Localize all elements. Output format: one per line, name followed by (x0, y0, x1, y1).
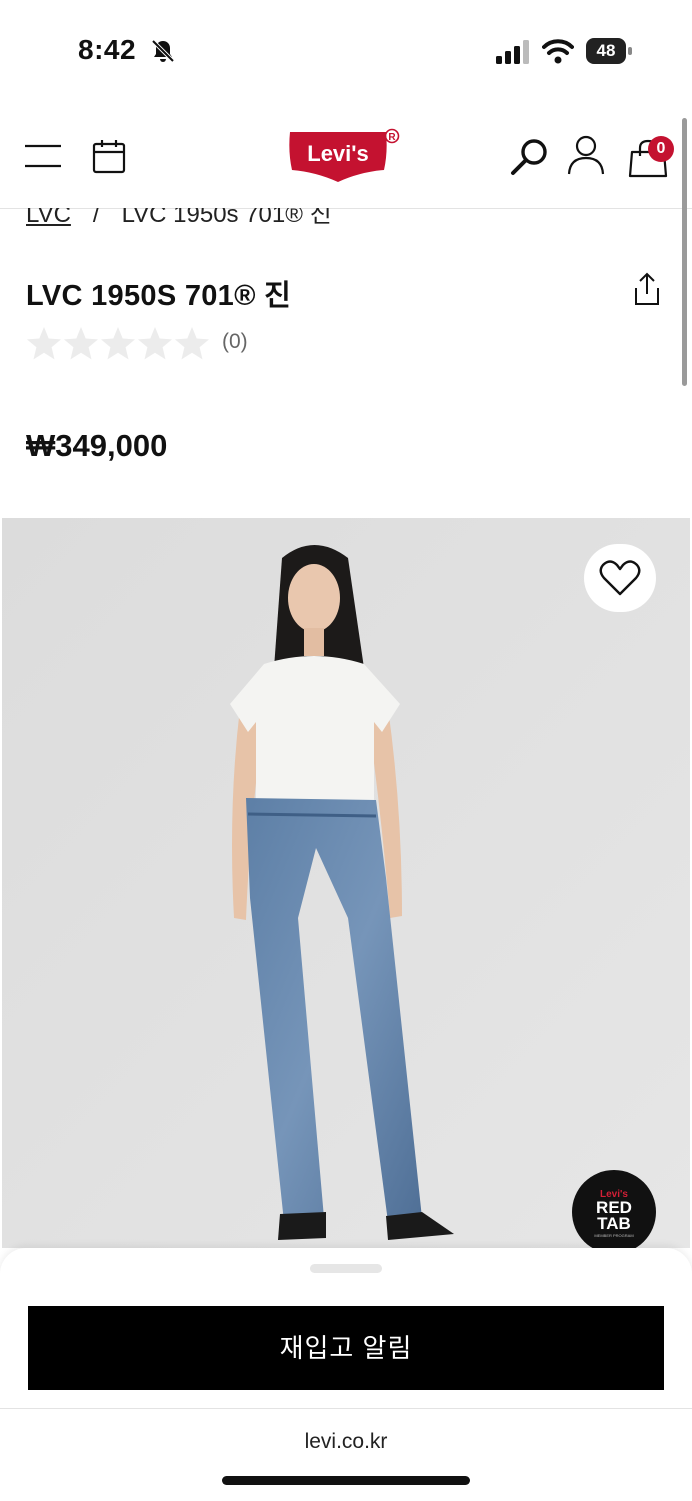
calendar-icon[interactable] (92, 138, 126, 174)
red-tab-badge[interactable]: Levi's RED TAB MEMBER PROGRAM (572, 1170, 656, 1254)
star-icon (101, 327, 135, 360)
cart-count-badge: 0 (648, 136, 674, 162)
review-count[interactable]: (0) (222, 330, 248, 354)
svg-text:R: R (388, 132, 396, 143)
status-time: 8:42 (78, 34, 137, 65)
heart-icon (599, 560, 641, 596)
product-price: ₩349,000 (26, 428, 168, 463)
battery-cap (628, 47, 632, 55)
home-indicator[interactable] (222, 1476, 470, 1485)
browser-url-bar[interactable] (0, 1408, 692, 1501)
battery-level: 48 (596, 41, 616, 60)
star-icon (64, 327, 98, 360)
logo-wordmark: Levi's (307, 141, 369, 166)
url-text[interactable]: levi.co.kr (0, 1430, 692, 1454)
bell-off-icon (151, 39, 175, 63)
breadcrumb-link-lvc[interactable]: LVC (26, 208, 71, 228)
share-icon[interactable] (632, 272, 662, 306)
search-icon[interactable] (508, 136, 550, 178)
model-illustration (2, 518, 690, 1248)
wishlist-button[interactable] (584, 544, 656, 612)
rating-stars (27, 327, 209, 360)
redtab-subtitle: MEMBER PROGRAM (594, 1233, 633, 1238)
levis-logo[interactable]: Levi's R (288, 128, 406, 184)
product-image[interactable] (2, 518, 690, 1248)
product-title: LVC 1950S 701® 진 (26, 280, 292, 312)
breadcrumb-separator: / (92, 208, 100, 228)
account-icon[interactable] (566, 134, 606, 176)
scrollbar[interactable] (682, 118, 687, 386)
hamburger-menu-icon[interactable] (24, 142, 62, 170)
wifi-icon (542, 39, 574, 64)
star-icon (138, 327, 172, 360)
star-icon (27, 327, 61, 360)
restock-notify-button[interactable]: 재입고 알림 (28, 1306, 664, 1390)
breadcrumb: LVC / LVC 1950s 701® 진 (26, 208, 426, 232)
breadcrumb-current: LVC 1950s 701® 진 (121, 208, 332, 228)
star-icon (175, 327, 209, 360)
cellular-signal-icon (496, 40, 529, 64)
redtab-tab: TAB (597, 1214, 631, 1233)
battery-indicator: 48 (586, 38, 634, 64)
sheet-drag-handle[interactable] (310, 1264, 382, 1273)
